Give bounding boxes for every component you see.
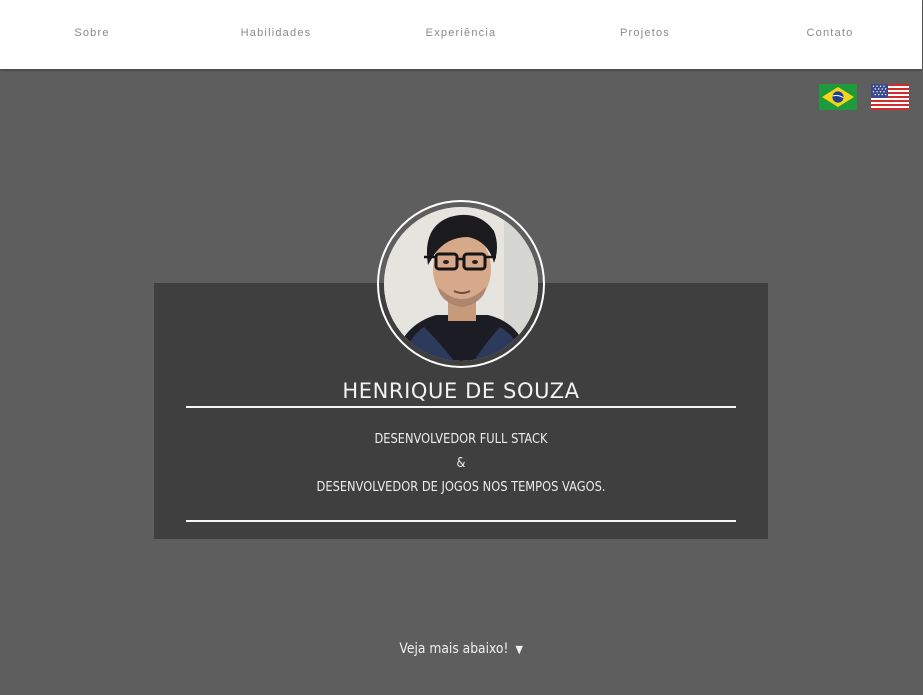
triangle-down-icon: ▼ <box>515 643 524 656</box>
profile-title-line1: DESENVOLVEDOR FULL STACK <box>374 432 548 447</box>
profile-title-line2: DESENVOLVEDOR DE JOGOS NOS TEMPOS VAGOS. <box>316 480 606 495</box>
see-more-label: Veja mais abaixo! <box>399 641 509 657</box>
usa-flag-icon[interactable] <box>871 84 909 114</box>
profile-title-ampersand: & <box>456 456 466 471</box>
profile-name: HENRIQUE DE SOUZA <box>342 379 580 403</box>
avatar <box>384 207 538 361</box>
nav-link-projetos[interactable]: Projetos <box>620 27 670 39</box>
see-more-link[interactable]: Veja mais abaixo! ▼ <box>0 641 923 657</box>
avatar-frame <box>377 200 545 368</box>
nav-link-contato[interactable]: Contato <box>807 27 854 39</box>
brazil-flag-icon[interactable] <box>819 84 857 114</box>
nav-link-habilidades[interactable]: Habilidades <box>241 27 312 39</box>
nav-link-experiencia[interactable]: Experiência <box>426 27 497 39</box>
navbar: Sobre Habilidades Experiência Projetos C… <box>0 0 922 69</box>
divider-top <box>186 406 736 408</box>
nav-link-sobre[interactable]: Sobre <box>74 27 109 39</box>
divider-bottom <box>186 520 736 522</box>
